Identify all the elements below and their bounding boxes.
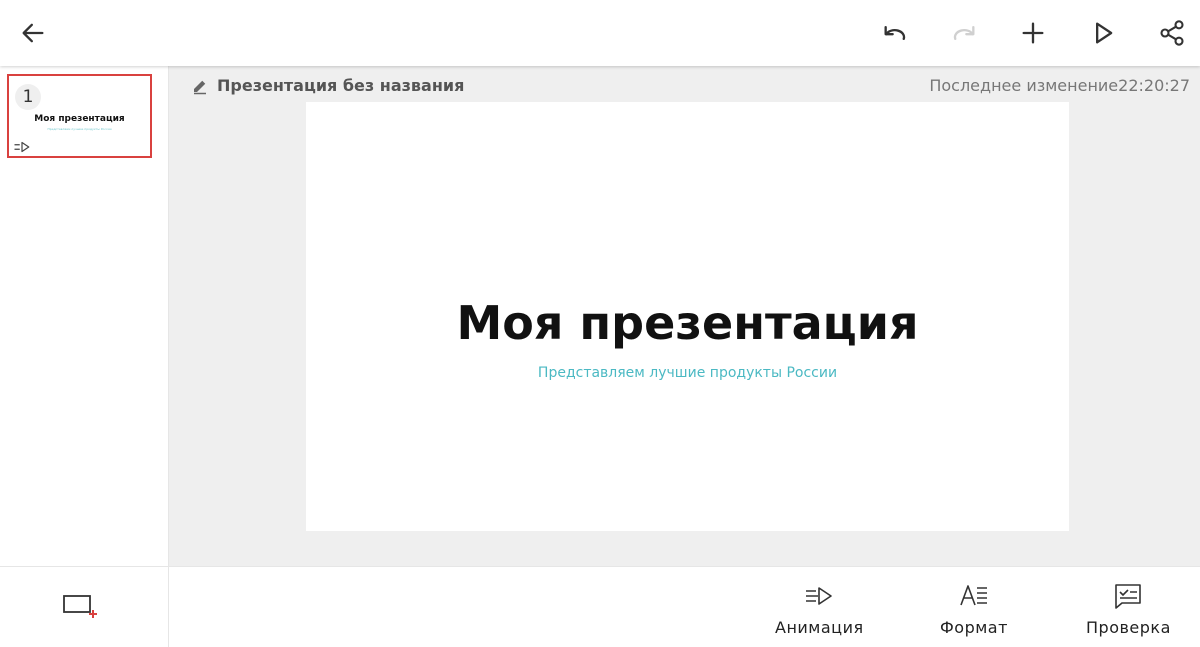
format-button[interactable]: Формат: [940, 581, 1008, 637]
document-title-bar[interactable]: Презентация без названия: [191, 76, 464, 95]
last-modified-time: 22:20:27: [1118, 76, 1190, 95]
undo-button[interactable]: [875, 13, 915, 53]
bottom-toolbar: Анимация Формат Проверка: [169, 566, 1200, 647]
review-button[interactable]: Проверка: [1086, 581, 1171, 637]
plus-icon: [1022, 22, 1044, 44]
review-icon: [1115, 584, 1142, 609]
slide-editor-area: Презентация без названия Последнее измен…: [169, 66, 1200, 566]
play-icon: [1096, 22, 1113, 44]
share-button[interactable]: [1152, 13, 1192, 53]
thumbnail-subtitle: Представляем лучшие продукты России: [47, 127, 112, 131]
redo-button[interactable]: [944, 13, 984, 53]
slide-number: 1: [15, 84, 41, 110]
share-icon: [1160, 20, 1184, 46]
back-button[interactable]: [13, 13, 53, 53]
document-title: Презентация без названия: [217, 76, 465, 95]
arrow-left-icon: [22, 23, 44, 43]
format-label: Формат: [940, 618, 1008, 637]
play-button[interactable]: [1083, 13, 1123, 53]
slide-canvas[interactable]: Моя презентация Представляем лучшие прод…: [306, 102, 1069, 531]
slide-thumbnail[interactable]: 1 Моя презентация Представляем лучшие пр…: [7, 74, 152, 158]
add-slide-icon: [63, 595, 97, 618]
last-modified-label: Последнее изменение: [929, 76, 1119, 95]
top-toolbar: [0, 0, 1200, 66]
animation-icon: [14, 141, 30, 153]
slide-title[interactable]: Моя презентация: [306, 296, 1069, 350]
last-modified: Последнее изменение 22:20:27: [929, 76, 1190, 95]
slide-thumbnails-panel: 1 Моя презентация Представляем лучшие пр…: [0, 66, 169, 566]
pencil-icon: [194, 80, 206, 94]
add-button[interactable]: [1013, 13, 1053, 53]
redo-icon: [953, 26, 975, 40]
text-format-icon: [960, 585, 987, 606]
animation-button[interactable]: Анимация: [775, 581, 864, 637]
add-slide-button[interactable]: [60, 591, 100, 621]
review-label: Проверка: [1086, 618, 1171, 637]
animation-label: Анимация: [775, 618, 864, 637]
add-slide-area: [0, 566, 169, 647]
animation-icon: [806, 587, 833, 605]
thumbnail-title: Моя презентация: [34, 114, 125, 124]
undo-icon: [884, 26, 906, 40]
slide-subtitle[interactable]: Представляем лучшие продукты России: [306, 365, 1069, 381]
